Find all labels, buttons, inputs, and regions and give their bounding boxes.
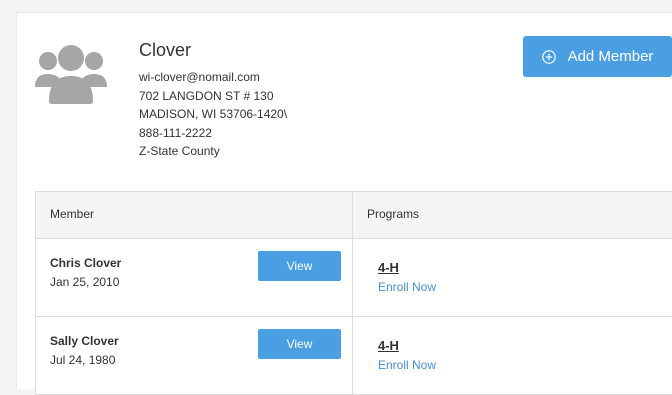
programs-cell: 4-H Enroll Now xyxy=(353,239,672,316)
view-member-button[interactable]: View xyxy=(258,251,341,281)
enroll-now-link[interactable]: Enroll Now xyxy=(378,280,436,294)
member-column-header: Member xyxy=(36,192,353,238)
members-table: Member Programs Chris Clover Jan 25, 201… xyxy=(35,191,672,395)
family-email: wi-clover@nomail.com xyxy=(139,70,260,84)
enroll-now-link[interactable]: Enroll Now xyxy=(378,358,436,372)
member-header-label: Member xyxy=(50,207,95,221)
family-card: Clover wi-clover@nomail.com 702 LANGDON … xyxy=(16,12,672,395)
family-phone: 888-111-2222 xyxy=(139,125,212,140)
plus-circle-icon xyxy=(541,49,556,64)
programs-column-header: Programs xyxy=(353,192,672,238)
member-name: Sally Clover xyxy=(50,334,119,348)
family-address-line1: 702 LANGDON ST # 130 xyxy=(139,88,274,103)
family-name: Clover xyxy=(139,40,192,60)
member-dob: Jan 25, 2010 xyxy=(50,275,120,289)
view-member-button[interactable]: View xyxy=(258,329,341,359)
table-row: Chris Clover Jan 25, 2010 View 4-H Enrol… xyxy=(36,239,672,317)
add-member-button[interactable]: Add Member xyxy=(523,36,672,77)
member-dob: Jul 24, 1980 xyxy=(50,353,116,367)
table-header-row: Member Programs xyxy=(36,192,672,239)
program-link[interactable]: 4-H xyxy=(378,260,399,275)
member-cell: Chris Clover Jan 25, 2010 View xyxy=(36,239,353,316)
program-link[interactable]: 4-H xyxy=(378,338,399,353)
programs-cell: 4-H Enroll Now xyxy=(353,317,672,394)
add-member-label: Add Member xyxy=(567,48,654,65)
programs-header-label: Programs xyxy=(367,207,420,221)
member-cell: Sally Clover Jul 24, 1980 View xyxy=(36,317,353,394)
table-row: Sally Clover Jul 24, 1980 View 4-H Enrol… xyxy=(36,317,672,395)
family-county: Z-State County xyxy=(139,144,220,158)
family-address-line2: MADISON, WI 53706-1420\ xyxy=(139,107,288,121)
family-info: Clover wi-clover@nomail.com 702 LANGDON … xyxy=(139,39,287,161)
member-name: Chris Clover xyxy=(50,256,122,270)
family-avatar-icon xyxy=(35,43,107,105)
